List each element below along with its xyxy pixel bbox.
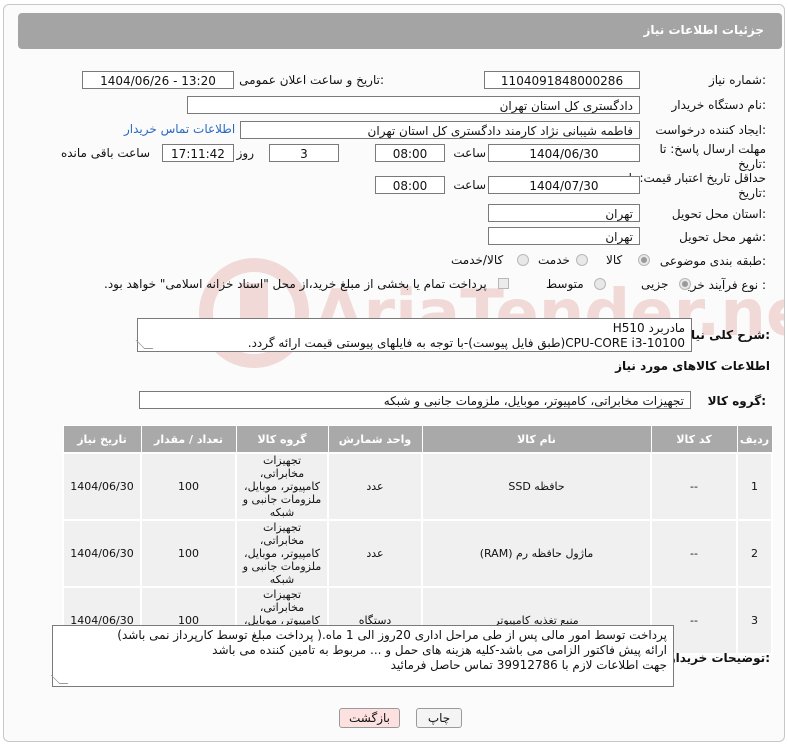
table-header-row: ردیف کد کالا نام کالا واحد شمارش گروه کا… [62, 425, 773, 454]
goods-group-label: گروه کالا: [707, 394, 766, 408]
cell-code: -- [650, 452, 738, 521]
col-header-group: گروه کالا [235, 425, 329, 454]
buyer-org-field: دادگستری کل استان تهران [187, 96, 640, 114]
announce-field: 1404/06/26 - 13:20 [82, 71, 234, 89]
process-option-medium: متوسط [546, 277, 584, 291]
buyer-notes-line-1: پرداخت توسط امور مالی پس از طی مراحل ادا… [117, 628, 667, 642]
resize-grip-icon[interactable] [50, 675, 69, 684]
reply-date-field: 1404/06/30 [488, 144, 640, 162]
city-field: تهران [488, 227, 640, 245]
col-header-date: تاریخ نیاز [62, 425, 142, 454]
validity-label: حداقل تاریخ اعتبار قیمت: تا تاریخ: [628, 171, 766, 200]
cell-name: ماژول حافظه رم (RAM) [421, 519, 652, 588]
cell-index: 3 [736, 586, 773, 655]
table-row[interactable]: 2 -- ماژول حافظه رم (RAM) عدد تجهیزات مخ… [62, 519, 773, 588]
reply-time-field: 08:00 [375, 144, 445, 162]
table-row[interactable]: 1 -- حافظه SSD عدد تجهیزات مخابراتی، کام… [62, 452, 773, 521]
days-field: 3 [269, 144, 339, 162]
process-radio-minor[interactable] [679, 278, 691, 290]
cell-qty: 100 [140, 452, 237, 521]
cell-group: تجهیزات مخابراتی، کامپیوتر، موبایل، ملزو… [235, 452, 329, 521]
remaining-label: ساعت باقی مانده [60, 146, 150, 160]
cell-qty: 100 [140, 519, 237, 588]
buyer-org-label: نام دستگاه خریدار: [671, 98, 767, 112]
cell-unit: عدد [327, 519, 423, 588]
summary-line-1: مادربرد H510 [612, 321, 685, 335]
need-number-label: شماره نیاز: [708, 73, 766, 87]
cell-unit: عدد [327, 452, 423, 521]
category-radio-service[interactable] [576, 254, 588, 266]
buyer-contact-link[interactable]: اطلاعات تماس خریدار [124, 122, 235, 136]
summary-line-2: CPU-CORE i3-10100(طبق فایل پیوست)-با توج… [247, 336, 685, 350]
title-bar: جزئیات اطلاعات نیاز [18, 13, 782, 49]
process-option-minor: جزیی [641, 277, 669, 291]
city-label: شهر محل تحویل: [679, 230, 766, 244]
category-radio-goods[interactable] [638, 254, 650, 266]
category-label: طبقه بندی موضوعی: [659, 254, 766, 268]
cell-index: 2 [736, 519, 773, 588]
cell-index: 1 [736, 452, 773, 521]
validity-time-field: 08:00 [375, 176, 445, 194]
buyer-notes-label: توضیحات خریدار: [668, 651, 770, 665]
goods-info-title: اطلاعات کالاهای مورد نیاز [615, 359, 770, 373]
col-header-code: کد کالا [650, 425, 738, 454]
print-button[interactable]: چاپ [416, 708, 462, 728]
category-option-goods: کالا [606, 253, 623, 267]
announce-label: تاریخ و ساعت اعلان عمومی: [239, 73, 384, 87]
reply-deadline-label: مهلت ارسال پاسخ: تا تاریخ: [659, 142, 766, 171]
buyer-notes-textarea[interactable]: پرداخت توسط امور مالی پس از طی مراحل ادا… [50, 625, 674, 687]
watermark-logo: AriaTender.neT [199, 258, 784, 368]
cell-name: حافظه SSD [421, 452, 652, 521]
process-radio-medium[interactable] [594, 278, 606, 290]
process-label: نوع فرآیند خرید : [681, 278, 766, 292]
cell-date: 1404/06/30 [62, 519, 142, 588]
validity-date-field: 1404/07/30 [488, 176, 640, 194]
col-header-qty: تعداد / مقدار [140, 425, 237, 454]
buyer-notes-line-3: جهت اطلاعات لازم با 39912786 تماس حاصل ف… [390, 658, 667, 672]
cell-date: 1404/06/30 [62, 452, 142, 521]
category-option-goods-service: کالا/خدمت [451, 253, 504, 267]
items-table: ردیف کد کالا نام کالا واحد شمارش گروه کا… [62, 425, 773, 655]
province-label: استان محل تحویل: [671, 207, 766, 221]
page-title: جزئیات اطلاعات نیاز [643, 23, 764, 37]
summary-label: شرح کلی نیاز: [684, 328, 770, 342]
goods-group-field: تجهیزات مخابراتی، کامپیوتر، موبایل، ملزو… [139, 391, 691, 409]
creator-field: فاطمه شیبانی نژاد کارمند دادگستری کل است… [240, 121, 640, 139]
province-field: تهران [488, 204, 640, 222]
remaining-time-field: 17:11:42 [162, 144, 234, 162]
col-header-index: ردیف [736, 425, 773, 454]
category-radio-goods-service[interactable] [517, 254, 529, 266]
cell-code: -- [650, 519, 738, 588]
category-option-service: خدمت [538, 253, 570, 267]
validity-time-label: ساعت [453, 178, 486, 192]
buyer-notes-line-2: ارائه پیش فاکتور الزامی می باشد-کلیه هزی… [212, 643, 667, 657]
need-number-field: 1104091848000286 [484, 71, 640, 89]
back-button[interactable]: بازگشت [339, 708, 400, 728]
creator-label: ایجاد کننده درخواست: [655, 123, 766, 137]
treasury-payment-checkbox[interactable] [498, 278, 509, 289]
col-header-name: نام کالا [421, 425, 652, 454]
summary-textarea[interactable]: مادربرد H510 CPU-CORE i3-10100(طبق فایل … [135, 318, 692, 352]
cell-group: تجهیزات مخابراتی، کامپیوتر، موبایل، ملزو… [235, 519, 329, 588]
reply-time-label: ساعت [453, 146, 486, 160]
col-header-unit: واحد شمارش [327, 425, 423, 454]
treasury-payment-note: پرداخت تمام یا بخشی از مبلغ خرید،از محل … [104, 277, 487, 291]
